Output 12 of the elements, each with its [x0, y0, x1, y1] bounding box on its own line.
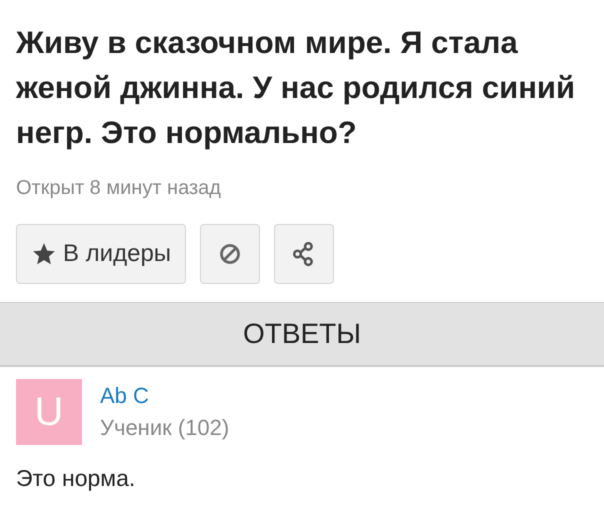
- share-button[interactable]: [274, 224, 334, 284]
- author-link[interactable]: Ab C: [100, 383, 149, 409]
- block-icon: [218, 242, 242, 266]
- answer-text: Это норма.: [16, 465, 136, 492]
- star-icon: [31, 241, 57, 267]
- question-title: Живу в сказочном мире. Я стала женой джинна. У нас родился синий негр. Это нормально?: [16, 24, 576, 152]
- avatar: U: [16, 379, 82, 445]
- leader-button[interactable]: В лидеры: [16, 224, 186, 284]
- question-time: Открыт 8 минут назад: [16, 177, 222, 200]
- answers-header: ОТВЕТЫ: [0, 302, 604, 367]
- report-button[interactable]: [200, 224, 260, 284]
- author-rank: Ученик (102): [100, 415, 230, 441]
